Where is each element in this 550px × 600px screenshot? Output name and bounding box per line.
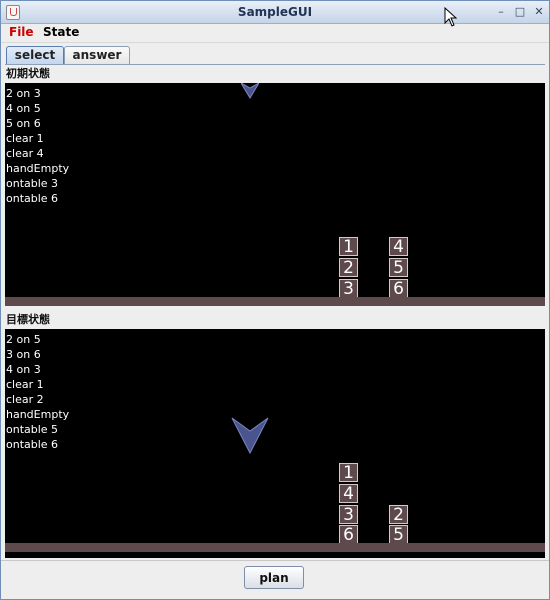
maximize-icon[interactable]: □ [513, 5, 527, 19]
close-icon[interactable]: ✕ [532, 5, 546, 19]
list-item: 5 on 6 [6, 117, 41, 130]
block-5: 5 [389, 258, 408, 277]
list-item: handEmpty [6, 408, 70, 421]
block-5: 5 [389, 525, 408, 544]
block-1: 1 [339, 237, 358, 256]
window-title: SampleGUI [237, 5, 313, 19]
list-item: 4 on 5 [6, 102, 41, 115]
robot-hand-icon [241, 83, 259, 99]
block-6: 6 [339, 525, 358, 544]
menu-state[interactable]: State [43, 25, 79, 39]
list-item: clear 1 [6, 378, 44, 391]
list-item: handEmpty [6, 162, 70, 175]
block-2: 2 [339, 258, 358, 277]
list-item: 3 on 6 [6, 348, 41, 361]
block-4: 4 [339, 484, 358, 503]
initial-state-label: 初期状態 [6, 67, 50, 80]
list-item: ontable 5 [6, 423, 59, 436]
list-item: ontable 6 [6, 192, 59, 205]
block-1: 1 [339, 463, 358, 482]
list-item: 4 on 3 [6, 363, 41, 376]
plan-button[interactable]: plan [244, 566, 304, 589]
block-3: 3 [339, 505, 358, 524]
block-4: 4 [389, 237, 408, 256]
menu-bar: File State [1, 24, 549, 43]
table-ground [5, 543, 545, 552]
title-bar[interactable]: SampleGUI – □ ✕ [1, 1, 549, 24]
robot-hand-icon [231, 417, 269, 455]
minimize-icon[interactable]: – [494, 5, 508, 19]
block-3: 3 [339, 279, 358, 298]
list-item: ontable 3 [6, 177, 59, 190]
list-item: ontable 6 [6, 438, 59, 451]
initial-facts-list: 2 on 3 4 on 5 5 on 6 clear 1 clear 4 han… [6, 86, 69, 206]
list-item: 2 on 5 [6, 333, 41, 346]
tab-answer[interactable]: answer [64, 46, 130, 64]
bottom-bar: plan [1, 560, 549, 599]
tab-divider [5, 64, 545, 65]
goal-state-panel: 2 on 5 3 on 6 4 on 3 clear 1 clear 2 han… [5, 329, 545, 558]
table-ground [5, 297, 545, 306]
list-item: clear 1 [6, 132, 44, 145]
initial-state-panel: 2 on 3 4 on 5 5 on 6 clear 1 clear 4 han… [5, 83, 545, 306]
app-window: SampleGUI – □ ✕ File State select answer… [0, 0, 550, 600]
mouse-cursor-icon [444, 7, 458, 27]
list-item: clear 2 [6, 393, 44, 406]
block-2: 2 [389, 505, 408, 524]
menu-file[interactable]: File [9, 25, 34, 39]
tab-select[interactable]: select [6, 46, 64, 64]
block-6: 6 [389, 279, 408, 298]
tab-bar: select answer [1, 44, 549, 65]
list-item: clear 4 [6, 147, 44, 160]
goal-facts-list: 2 on 5 3 on 6 4 on 3 clear 1 clear 2 han… [6, 332, 69, 452]
goal-state-label: 目標状態 [6, 313, 50, 326]
list-item: 2 on 3 [6, 87, 41, 100]
